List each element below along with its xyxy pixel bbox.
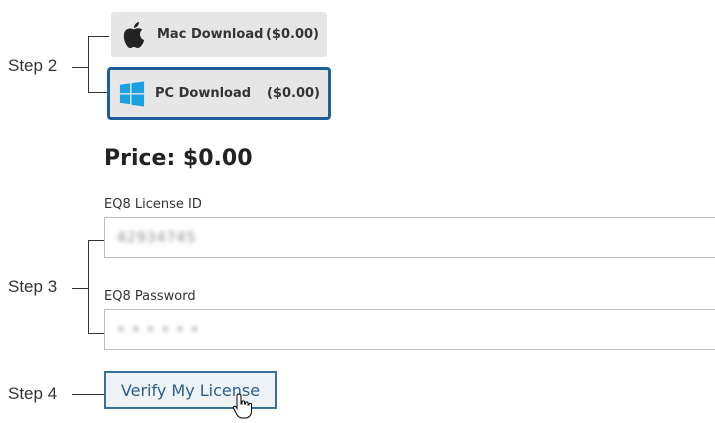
step-2-label: Step 2 <box>8 56 58 75</box>
windows-icon <box>119 80 145 107</box>
step-2-bracket <box>88 36 109 93</box>
step-4-label: Step 4 <box>8 384 58 403</box>
apple-icon <box>121 21 147 48</box>
license-id-label: EQ8 License ID <box>104 197 202 212</box>
mac-download-label: Mac Download <box>157 27 264 42</box>
pc-download-label: PC Download <box>155 86 252 101</box>
password-label: EQ8 Password <box>104 289 196 304</box>
price-heading: Price: $0.00 <box>104 146 253 171</box>
password-value: • • • • • • <box>117 322 200 338</box>
pc-download-price: ($0.00) <box>266 86 320 101</box>
mac-download-price: ($0.00) <box>265 27 319 42</box>
license-id-value: 42934745 <box>117 230 197 246</box>
step-3-connector <box>72 288 88 289</box>
password-input[interactable]: • • • • • • <box>104 309 715 350</box>
license-id-input[interactable]: 42934745 <box>104 217 715 258</box>
pc-download-option[interactable]: PC Download ($0.00) <box>107 67 331 120</box>
step-2-connector <box>72 67 88 68</box>
step-3-label: Step 3 <box>8 277 58 296</box>
mac-download-option[interactable]: Mac Download ($0.00) <box>111 12 327 57</box>
